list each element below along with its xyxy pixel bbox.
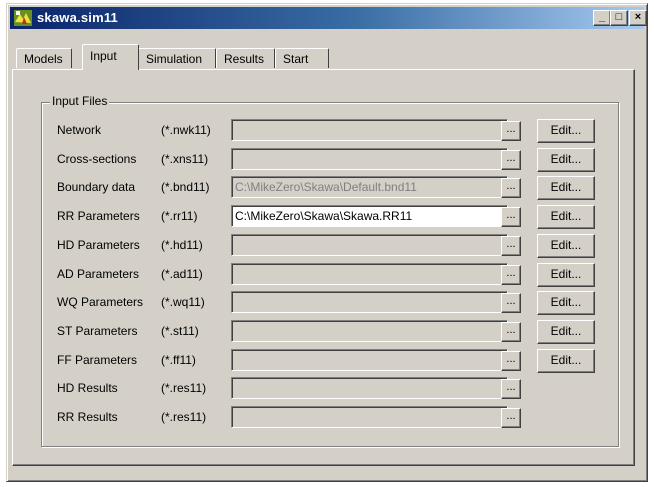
row-label: RR Results [57, 410, 118, 424]
row-label: Boundary data [57, 180, 136, 194]
ff-parameters-edit-button[interactable]: Edit... [537, 349, 595, 373]
row-label: Cross-sections [57, 152, 137, 166]
group-title: Input Files [50, 94, 110, 108]
rr-parameters-browse-button[interactable]: ... [501, 207, 521, 227]
network-path-field[interactable] [231, 119, 508, 141]
st-parameters-edit-button[interactable]: Edit... [537, 320, 595, 344]
ff-parameters-path-field[interactable] [231, 349, 508, 371]
input-tab-panel: Input Files Network (*.nwk11)... Edit... Cr… [12, 69, 635, 466]
boundary-data-path-field[interactable] [231, 176, 508, 198]
ad-parameters-path-field[interactable] [231, 263, 508, 285]
ad-parameters-edit-button[interactable]: Edit... [537, 263, 595, 287]
cross-sections-edit-button[interactable]: Edit... [537, 148, 595, 172]
row-extension: (*.wq11) [161, 295, 205, 309]
tab-input[interactable]: Input [82, 44, 139, 70]
row-extension: (*.bnd11) [161, 180, 210, 194]
boundary-data-browse-button[interactable]: ... [501, 178, 521, 198]
hd-results-path-field[interactable] [231, 377, 508, 399]
boundary-data-edit-button[interactable]: Edit... [537, 176, 595, 200]
tab-results[interactable]: Results [216, 48, 275, 68]
wq-parameters-browse-button[interactable]: ... [501, 293, 521, 313]
row-extension: (*.nwk11) [161, 123, 211, 137]
row-extension: (*.st11) [161, 324, 199, 338]
rr-results-path-field[interactable] [231, 406, 508, 428]
row-label: AD Parameters [57, 267, 140, 281]
cross-sections-path-field[interactable] [231, 148, 508, 170]
row-extension: (*.hd11) [161, 238, 203, 252]
tab-simulation[interactable]: Simulation [138, 48, 216, 68]
minimize-button[interactable]: _ [593, 10, 611, 26]
st-parameters-path-field[interactable] [231, 320, 508, 342]
rr-parameters-path-field[interactable] [231, 205, 508, 227]
rr-parameters-edit-button[interactable]: Edit... [537, 205, 595, 229]
row-extension: (*.rr11) [161, 209, 198, 223]
maximize-button[interactable]: □ [610, 10, 628, 26]
hd-parameters-browse-button[interactable]: ... [501, 236, 521, 256]
row-label: FF Parameters [57, 353, 138, 367]
title-bar[interactable]: skawa.sim11 _ □ × [10, 7, 647, 29]
cross-sections-browse-button[interactable]: ... [501, 150, 521, 170]
row-extension: (*.res11) [161, 410, 207, 424]
row-extension: (*.ad11) [161, 267, 203, 281]
row-extension: (*.xns11) [161, 152, 209, 166]
ff-parameters-browse-button[interactable]: ... [501, 351, 521, 371]
row-label: HD Parameters [57, 238, 140, 252]
tab-models[interactable]: Models [16, 48, 72, 68]
st-parameters-browse-button[interactable]: ... [501, 322, 521, 342]
hd-parameters-edit-button[interactable]: Edit... [537, 234, 595, 258]
row-extension: (*.ff11) [161, 353, 196, 367]
hd-parameters-path-field[interactable] [231, 234, 508, 256]
ad-parameters-browse-button[interactable]: ... [501, 265, 521, 285]
close-button[interactable]: × [629, 10, 647, 26]
row-label: WQ Parameters [57, 295, 144, 309]
hd-results-browse-button[interactable]: ... [501, 379, 521, 399]
row-extension: (*.res11) [161, 381, 207, 395]
wq-parameters-path-field[interactable] [231, 291, 508, 313]
network-browse-button[interactable]: ... [501, 121, 521, 141]
row-label: RR Parameters [57, 209, 140, 223]
row-label: ST Parameters [57, 324, 138, 338]
tab-start[interactable]: Start [275, 48, 329, 68]
window-title: skawa.sim11 [37, 10, 118, 25]
wq-parameters-edit-button[interactable]: Edit... [537, 291, 595, 315]
row-label: Network [57, 123, 102, 137]
network-edit-button[interactable]: Edit... [537, 119, 595, 143]
app-icon [13, 8, 33, 28]
row-label: HD Results [57, 381, 118, 395]
rr-results-browse-button[interactable]: ... [501, 408, 521, 428]
